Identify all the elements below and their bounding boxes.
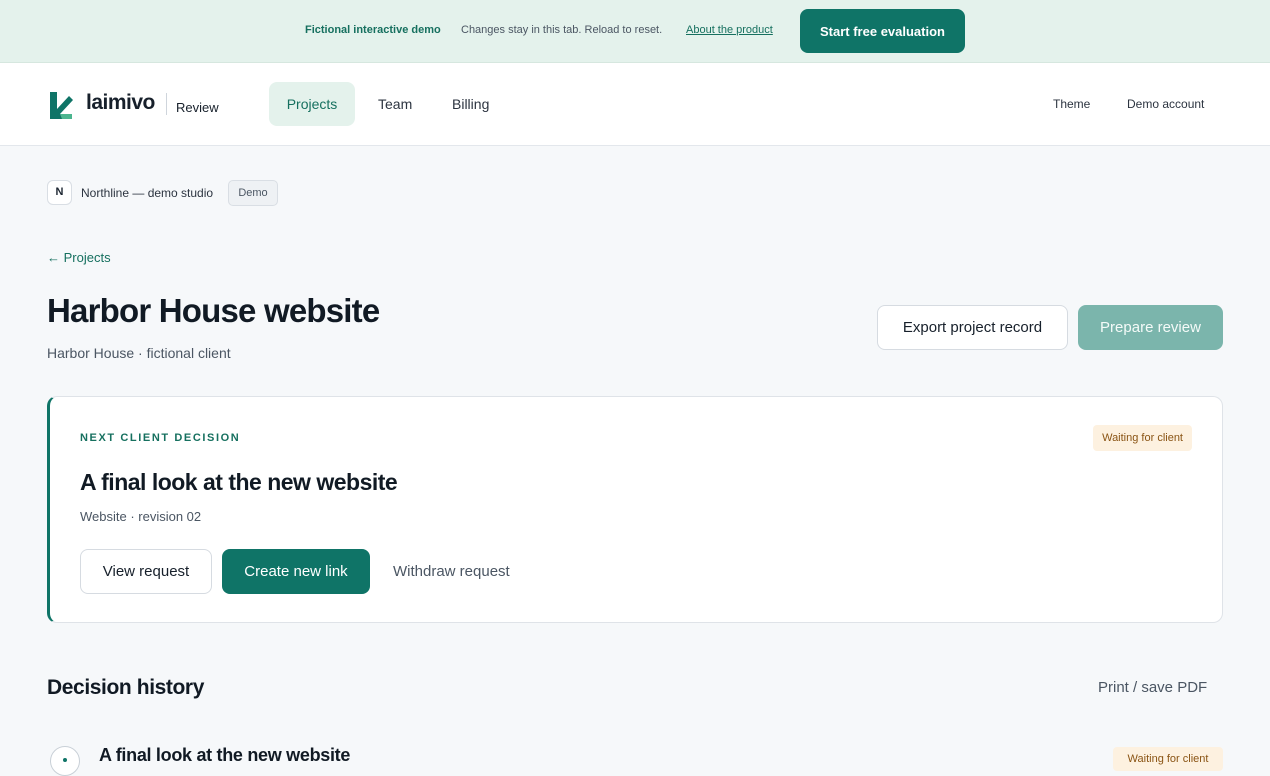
page-subtitle: Harbor House · fictional client [47,345,231,361]
prepare-review-button[interactable]: Prepare review [1078,305,1223,350]
print-save-pdf-button[interactable]: Print / save PDF [1098,679,1207,696]
create-new-link-button[interactable]: Create new link [222,549,370,594]
demo-banner-note: Changes stay in this tab. Reload to rese… [461,24,663,36]
top-navigation: laimivo Review Projects Team Billing The… [0,63,1270,146]
decision-title: A final look at the new website [80,469,398,495]
org-name: Northline — demo studio [81,186,214,200]
export-project-record-button[interactable]: Export project record [877,305,1068,350]
view-request-button[interactable]: View request [80,549,212,594]
tab-team[interactable]: Team [378,82,412,126]
next-decision-card: NEXT CLIENT DECISION Waiting for client … [47,396,1223,623]
demo-account-button[interactable]: Demo account [1127,97,1204,111]
next-decision-eyebrow: NEXT CLIENT DECISION [80,432,241,444]
withdraw-request-button[interactable]: Withdraw request [393,549,510,594]
status-badge: Waiting for client [1093,425,1192,451]
laimivo-logo-icon [50,92,73,119]
about-product-link[interactable]: About the product [686,24,773,36]
timeline-dot-icon [50,746,80,776]
demo-badge: Demo [228,180,278,206]
brand-name: laimivo [86,91,155,114]
status-badge: Waiting for client [1113,747,1223,771]
brand-divider [166,93,167,115]
start-free-evaluation-button[interactable]: Start free evaluation [800,9,965,53]
demo-banner: Fictional interactive demo Changes stay … [0,0,1270,63]
back-to-projects-link[interactable]: ← Projects [47,250,111,265]
org-avatar: N [47,180,72,205]
theme-button[interactable]: Theme [1053,97,1090,111]
product-name: Review [176,100,219,115]
tab-billing[interactable]: Billing [452,82,489,126]
decision-meta: Website · revision 02 [80,509,202,524]
demo-banner-tag: Fictional interactive demo [305,24,441,36]
tab-projects[interactable]: Projects [269,82,355,126]
history-item-title: A final look at the new website [99,745,351,765]
page-title: Harbor House website [47,292,380,329]
decision-history-title: Decision history [47,676,204,699]
